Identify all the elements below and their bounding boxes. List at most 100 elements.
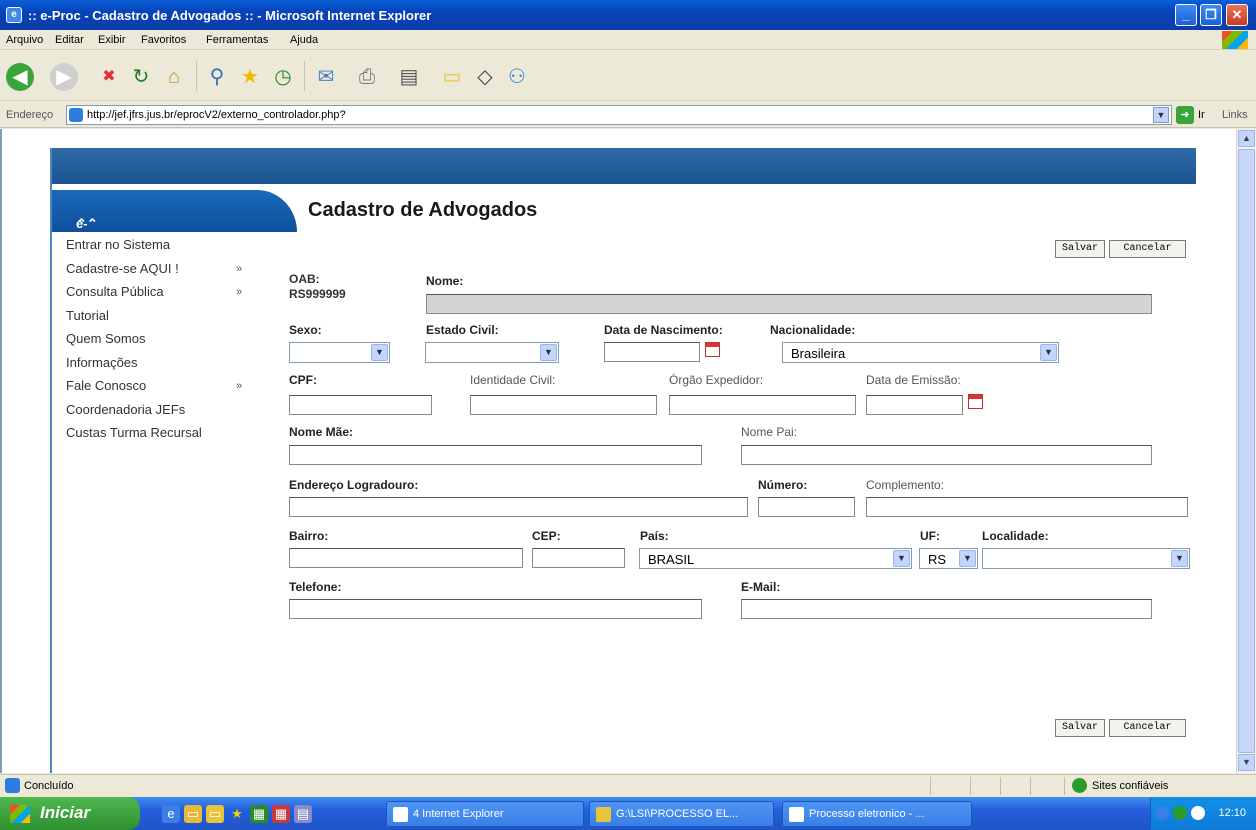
home-icon[interactable]: ⌂	[160, 63, 188, 91]
sidebar-item-quem-somos[interactable]: Quem Somos	[66, 331, 266, 355]
orgao-expedidor-field[interactable]	[669, 395, 856, 415]
forward-icon[interactable]: ▶	[50, 63, 78, 91]
sidebar-item-tutorial[interactable]: Tutorial	[66, 308, 266, 332]
menu-favoritos[interactable]: Favoritos	[141, 34, 186, 46]
tray-volume-icon[interactable]	[1191, 806, 1205, 820]
zone-text: Sites confiáveis	[1092, 780, 1169, 792]
address-input[interactable]: http://jef.jfrs.jus.br/eprocV2/externo_c…	[66, 105, 1172, 125]
ie-logo-icon: e	[6, 7, 22, 23]
status-text: Concluído	[24, 780, 74, 792]
mail-icon[interactable]: ✉	[312, 63, 340, 91]
complemento-field[interactable]	[866, 497, 1188, 517]
history-icon[interactable]: ◷	[269, 63, 297, 91]
numero-field[interactable]	[758, 497, 855, 517]
sidebar-item-informacoes[interactable]: Informações	[66, 355, 266, 379]
nome-field[interactable]	[426, 294, 1152, 314]
identidade-field[interactable]	[470, 395, 657, 415]
menu-ferramentas[interactable]: Ferramentas	[206, 34, 268, 46]
tray-arrow-icon[interactable]	[1155, 806, 1169, 820]
menu-arquivo[interactable]: Arquivo	[6, 34, 43, 46]
sidebar-item-entrar[interactable]: Entrar no Sistema	[66, 237, 266, 261]
sidebar-item-fale-conosco[interactable]: Fale Conosco»	[66, 378, 266, 402]
task-word[interactable]: Processo eletronico - ...	[782, 801, 972, 827]
print-icon[interactable]: ⎙	[353, 63, 381, 91]
edit-icon[interactable]: ▤	[395, 63, 423, 91]
uf-select[interactable]: RS ▼	[919, 548, 978, 569]
menu-exibir[interactable]: Exibir	[98, 34, 126, 46]
cep-field[interactable]	[532, 548, 625, 568]
data-emissao-field[interactable]	[866, 395, 963, 415]
refresh-icon[interactable]: ↻	[127, 63, 155, 91]
task-internet-explorer[interactable]: 4 Internet Explorer	[386, 801, 584, 827]
word-icon	[789, 807, 804, 822]
app3-quicklaunch-icon[interactable]: ▤	[294, 805, 312, 823]
stop-icon[interactable]: ✖	[95, 63, 123, 91]
menu-ajuda[interactable]: Ajuda	[290, 34, 318, 46]
system-tray: 12:10	[1150, 797, 1256, 830]
cep-label: CEP:	[532, 529, 561, 543]
vertical-scrollbar[interactable]: ▲ ▼	[1236, 129, 1256, 773]
sidebar-item-consulta[interactable]: Consulta Pública»	[66, 284, 266, 308]
telefone-field[interactable]	[289, 599, 702, 619]
nome-pai-field[interactable]	[741, 445, 1152, 465]
oab-value: RS999999	[289, 287, 346, 301]
nome-mae-field[interactable]	[289, 445, 702, 465]
scroll-up-icon[interactable]: ▲	[1238, 130, 1255, 147]
scroll-thumb[interactable]	[1238, 149, 1255, 753]
localidade-select[interactable]: ▼	[982, 548, 1190, 569]
data-nascimento-field[interactable]	[604, 342, 700, 362]
folder2-quicklaunch-icon[interactable]: ▭	[206, 805, 224, 823]
search-icon[interactable]: ⚲	[203, 63, 231, 91]
pais-select[interactable]: BRASIL ▼	[639, 548, 912, 569]
maximize-button[interactable]: ❐	[1200, 4, 1222, 26]
sidebar-item-custas[interactable]: Custas Turma Recursal	[66, 425, 266, 449]
minimize-button[interactable]: _	[1175, 4, 1197, 26]
go-arrow-icon[interactable]: ➜	[1176, 106, 1194, 124]
folder-quicklaunch-icon[interactable]: ▭	[184, 805, 202, 823]
address-dropdown-icon[interactable]: ▼	[1153, 107, 1169, 123]
save-button-bottom[interactable]: Salvar	[1055, 719, 1105, 737]
close-button[interactable]: ✕	[1226, 4, 1248, 26]
sidebar-item-coordenadoria[interactable]: Coordenadoria JEFs	[66, 402, 266, 426]
sexo-label: Sexo:	[289, 323, 322, 337]
users-icon[interactable]: ⚇	[503, 63, 531, 91]
estado-civil-select[interactable]: ▼	[425, 342, 559, 363]
trusted-zone-icon	[1072, 778, 1087, 793]
chevron-down-icon: ▼	[540, 344, 557, 361]
favorites-icon[interactable]: ★	[236, 63, 264, 91]
start-button[interactable]: Iniciar	[0, 797, 140, 830]
scroll-down-icon[interactable]: ▼	[1238, 754, 1255, 771]
task-folder[interactable]: G:\LSI\PROCESSO EL...	[589, 801, 774, 827]
discuss-icon[interactable]: ▭	[438, 63, 466, 91]
uf-label: UF:	[920, 529, 940, 543]
go-button[interactable]: Ir	[1198, 109, 1205, 121]
sidebar-item-cadastre[interactable]: Cadastre-se AQUI !»	[66, 261, 266, 285]
cancel-button-top[interactable]: Cancelar	[1109, 240, 1186, 258]
menu-editar[interactable]: Editar	[55, 34, 84, 46]
email-field[interactable]	[741, 599, 1152, 619]
back-icon[interactable]: ◀	[6, 63, 34, 91]
ie-quicklaunch-icon[interactable]: e	[162, 805, 180, 823]
app2-quicklaunch-icon[interactable]: ▦	[272, 805, 290, 823]
sexo-select[interactable]: ▼	[289, 342, 390, 363]
calendar-icon[interactable]	[705, 342, 720, 357]
bairro-field[interactable]	[289, 548, 523, 568]
cancel-button-bottom[interactable]: Cancelar	[1109, 719, 1186, 737]
calendar-icon[interactable]	[968, 394, 983, 409]
windows-flag-icon	[10, 805, 30, 823]
star-quicklaunch-icon[interactable]: ★	[228, 805, 246, 823]
endereco-field[interactable]	[289, 497, 748, 517]
page-viewport: ⌃⌃ e-Proc Cadastro de Advogados Entrar n…	[0, 129, 1236, 773]
complemento-label: Complemento:	[866, 478, 945, 492]
localidade-label: Localidade:	[982, 529, 1049, 543]
oab-label: OAB:	[289, 272, 320, 286]
links-button[interactable]: Links	[1222, 109, 1248, 121]
chevron-down-icon: ▼	[959, 550, 976, 567]
app-quicklaunch-icon[interactable]: ▦	[250, 805, 268, 823]
cpf-field[interactable]	[289, 395, 432, 415]
messenger-icon[interactable]: ◇	[471, 63, 499, 91]
tray-network-icon[interactable]	[1173, 806, 1187, 820]
title-bar[interactable]: e :: e-Proc - Cadastro de Advogados :: -…	[0, 0, 1256, 30]
nacionalidade-select[interactable]: Brasileira ▼	[782, 342, 1059, 363]
save-button-top[interactable]: Salvar	[1055, 240, 1105, 258]
